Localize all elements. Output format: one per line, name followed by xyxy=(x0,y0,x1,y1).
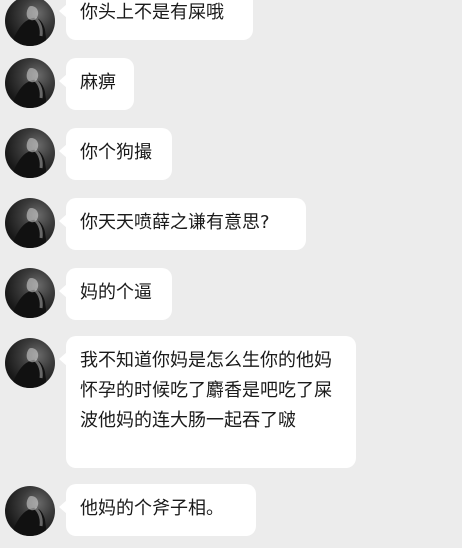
message-bubble[interactable]: 你天天喷薛之谦有意思? xyxy=(59,198,306,250)
avatar-image xyxy=(11,278,47,318)
avatar[interactable] xyxy=(5,268,55,318)
avatar[interactable] xyxy=(5,198,55,248)
chat-message-list: 你头上不是有屎哦 麻痹 你个狗撮 你天天喷薛之谦有意思? 妈的个逼 我不知道你妈… xyxy=(0,0,462,548)
message-text: 你天天喷薛之谦有意思? xyxy=(80,212,270,233)
message-text: 麻痹 xyxy=(80,72,116,93)
avatar-image xyxy=(11,496,47,536)
avatar-image xyxy=(11,6,47,46)
message-bubble[interactable]: 麻痹 xyxy=(59,58,134,110)
avatar[interactable] xyxy=(5,486,55,536)
message-bubble[interactable]: 你头上不是有屎哦 xyxy=(59,0,253,40)
avatar[interactable] xyxy=(5,128,55,178)
avatar-image xyxy=(11,138,47,178)
avatar-image xyxy=(11,348,47,388)
message-bubble[interactable]: 妈的个逼 xyxy=(59,268,172,320)
avatar-image xyxy=(11,68,47,108)
message-text: 你个狗撮 xyxy=(80,142,152,163)
message-text: 妈的个逼 xyxy=(80,282,152,303)
message-text: 他妈的个斧子相。 xyxy=(80,498,224,519)
message-text: 我不知道你妈是怎么生你的他妈怀孕的时候吃了麝香是吧吃了屎波他妈的连大肠一起吞了啵 xyxy=(80,350,332,431)
message-text: 你头上不是有屎哦 xyxy=(80,2,224,23)
message-bubble[interactable]: 你个狗撮 xyxy=(59,128,172,180)
message-bubble[interactable]: 他妈的个斧子相。 xyxy=(59,484,256,536)
avatar[interactable] xyxy=(5,58,55,108)
message-bubble[interactable]: 我不知道你妈是怎么生你的他妈怀孕的时候吃了麝香是吧吃了屎波他妈的连大肠一起吞了啵 xyxy=(59,336,356,468)
avatar[interactable] xyxy=(5,338,55,388)
avatar-image xyxy=(11,208,47,248)
avatar[interactable] xyxy=(5,0,55,46)
